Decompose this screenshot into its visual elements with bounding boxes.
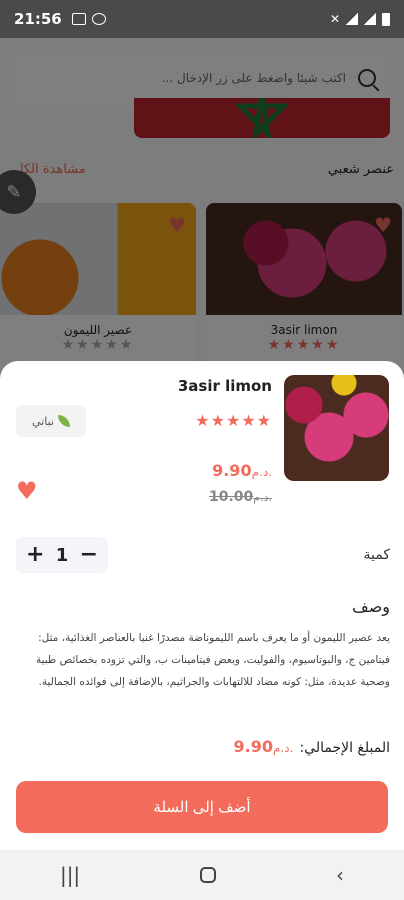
product-image <box>284 375 389 481</box>
status-time: 21:56 <box>14 10 62 28</box>
signal-icon <box>364 13 376 25</box>
product-title: 3asir limon <box>177 377 272 395</box>
rating-stars: ★★★★★ <box>195 411 272 430</box>
description-title: وصف <box>352 597 390 616</box>
total-row: المبلغ الإجمالي: 9.90د.م. <box>234 737 390 756</box>
vegetarian-badge: نباتي <box>16 405 86 437</box>
decrement-button[interactable]: − <box>80 544 98 566</box>
notification-icon <box>91 13 106 25</box>
gallery-icon <box>71 13 86 25</box>
add-to-cart-button[interactable]: أضف إلى السلة <box>16 781 388 833</box>
current-price: 9.90د.م. <box>212 461 272 480</box>
wifi-icon <box>346 13 358 25</box>
badge-label: نباتي <box>32 414 54 428</box>
price-value: 9.90 <box>212 461 252 480</box>
quantity-stepper[interactable]: + 1 − <box>16 537 108 573</box>
home-icon[interactable] <box>200 867 217 883</box>
currency: د.م. <box>251 465 272 479</box>
total-amount: 9.90د.م. <box>234 737 294 756</box>
description-text: يعد عصير الليمون أو ما يعرف باسم الليمون… <box>35 632 390 688</box>
total-label: المبلغ الإجمالي: <box>299 740 390 756</box>
back-icon[interactable]: ‹ <box>336 863 344 887</box>
total-value: 9.90 <box>233 737 274 756</box>
recents-icon[interactable]: ||| <box>60 863 80 887</box>
currency: د.م. <box>253 491 272 504</box>
increment-button[interactable]: + <box>26 544 44 566</box>
old-price: 10.00د.م. <box>209 489 272 505</box>
heart-icon[interactable]: ♥ <box>16 477 38 505</box>
system-nav-bar: ||| ‹ <box>0 850 404 900</box>
product-bottom-sheet: 3asir limon ★★★★★ نباتي 9.90د.م. 10.00د.… <box>0 361 404 850</box>
quantity-label: كمية <box>363 547 391 563</box>
status-bar: 21:56 ✕ <box>0 0 404 38</box>
currency: د.م. <box>273 741 294 755</box>
mute-icon: ✕ <box>329 12 340 26</box>
old-price-value: 10.00 <box>208 489 254 505</box>
quantity-value: 1 <box>55 544 69 566</box>
leaf-icon <box>57 415 70 427</box>
battery-icon <box>382 12 390 26</box>
